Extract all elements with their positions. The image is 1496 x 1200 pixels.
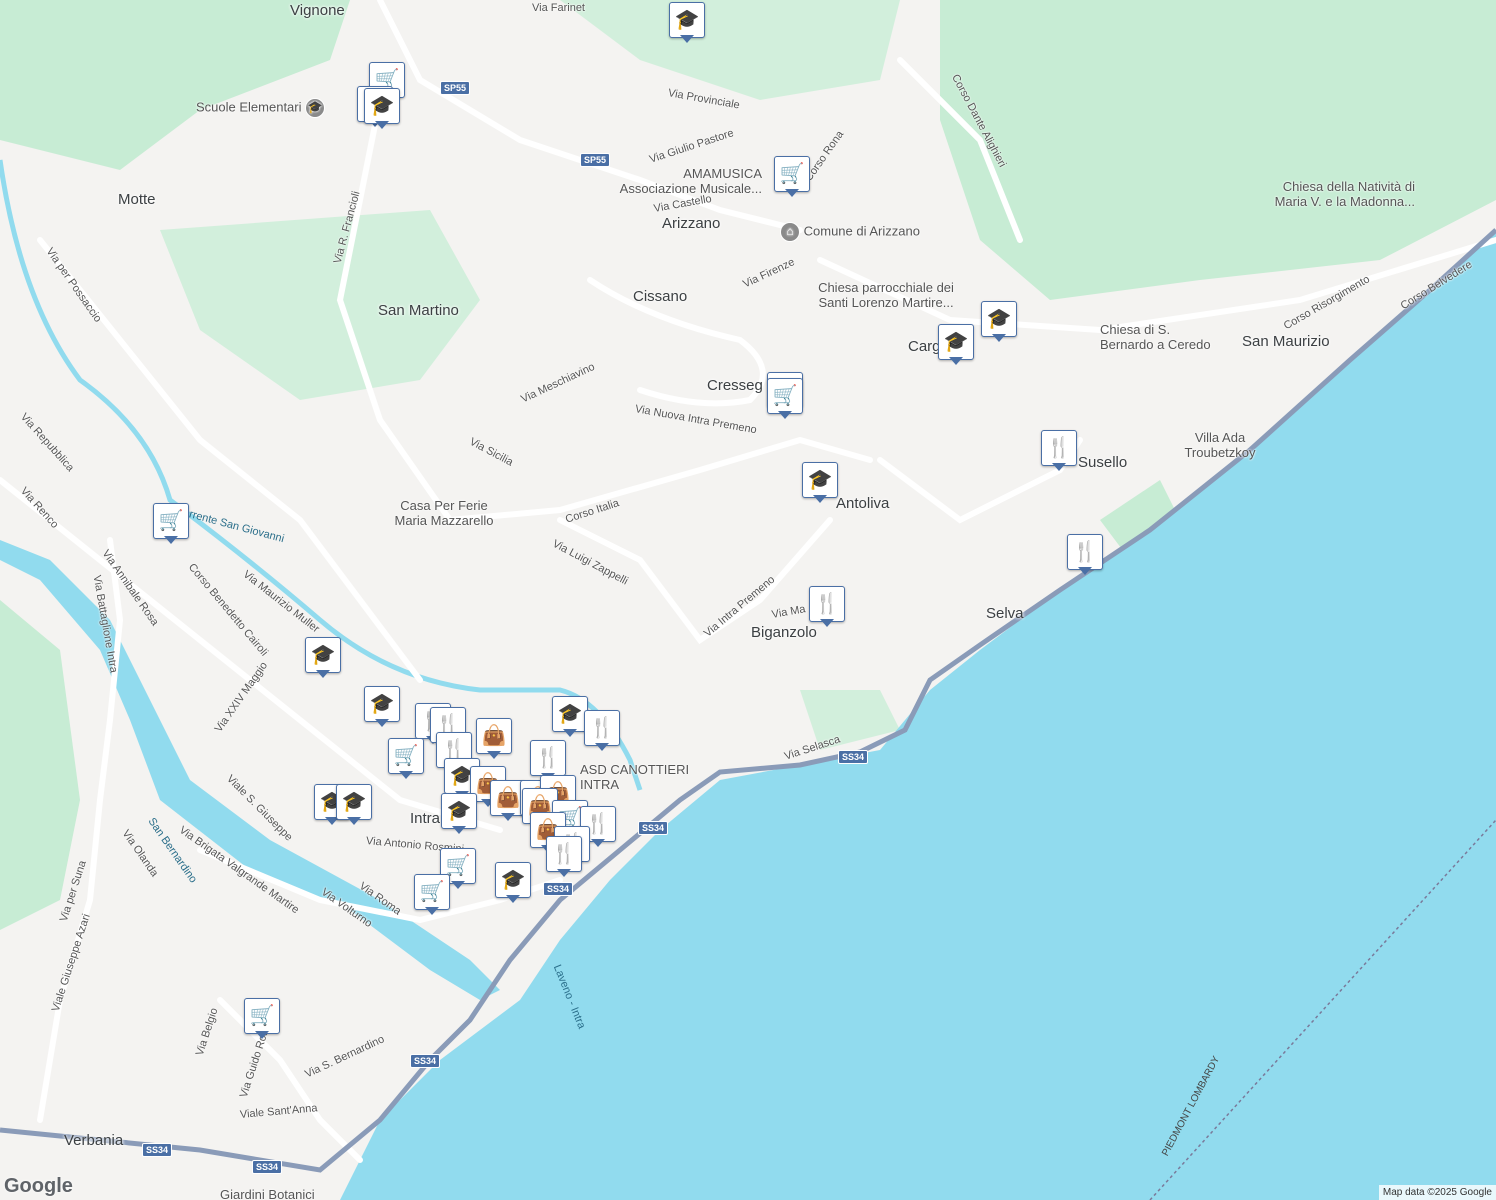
restaurant-marker[interactable]: 🍴 xyxy=(584,710,620,754)
school-marker[interactable]: 🎓 xyxy=(981,301,1017,345)
school-marker[interactable]: 🎓 xyxy=(364,88,400,132)
town-label: Verbania xyxy=(64,1132,124,1149)
town-label: Cresseg xyxy=(707,377,763,394)
map-canvas[interactable]: Vignone Motte San Martino Arizzano Cissa… xyxy=(0,0,1496,1200)
town-label: Biganzolo xyxy=(751,624,817,641)
poi-label-canottieri[interactable]: ASD CANOTTIERI INTRA xyxy=(580,762,690,793)
restaurant-marker[interactable]: 🍴 xyxy=(1041,430,1077,474)
graduation-cap-icon: 🎓 xyxy=(986,308,1012,330)
fork-knife-icon: 🍴 xyxy=(814,593,840,615)
road-shield: SP55 xyxy=(440,81,471,95)
restaurant-marker[interactable]: 🍴 xyxy=(1067,534,1103,578)
fork-knife-icon: 🍴 xyxy=(589,717,615,739)
school-marker[interactable]: 🎓 xyxy=(938,324,974,368)
road-shield: SP55 xyxy=(580,153,611,167)
shopping-cart-icon: 🛒 xyxy=(779,163,805,185)
town-label: Cissano xyxy=(633,288,688,305)
restaurant-marker[interactable]: 🍴 xyxy=(546,836,582,880)
poi-label-villa[interactable]: Villa Ada Troubetzkoy xyxy=(1180,430,1260,461)
poi-label-school[interactable]: Scuole Elementari 🎓 xyxy=(196,98,326,118)
school-marker[interactable]: 🎓 xyxy=(802,462,838,506)
graduation-cap-icon: 🎓 xyxy=(500,869,526,891)
shopping-cart-icon: 🛒 xyxy=(393,745,419,767)
school-marker[interactable]: 🎓 xyxy=(305,637,341,681)
road-shield: SS34 xyxy=(543,882,574,896)
town-label: Motte xyxy=(118,191,156,208)
shopping-cart-marker[interactable]: 🛒 xyxy=(774,156,810,200)
road-shield: SS34 xyxy=(638,821,669,835)
google-logo: Google xyxy=(4,1175,73,1197)
graduation-cap-icon: 🎓 xyxy=(369,95,395,117)
road-shield: SS34 xyxy=(410,1054,441,1068)
shopping-bag-icon: 👜 xyxy=(481,725,507,747)
fork-knife-icon: 🍴 xyxy=(551,843,577,865)
school-marker[interactable]: 🎓 xyxy=(364,686,400,730)
graduation-cap-icon: 🎓 xyxy=(807,469,833,491)
town-label: Carg xyxy=(908,338,941,355)
school-marker[interactable]: 🎓 xyxy=(441,793,477,837)
poi-label-church-lorenzo[interactable]: Chiesa parrocchiale dei Santi Lorenzo Ma… xyxy=(812,280,960,311)
fork-knife-icon: 🍴 xyxy=(441,739,467,761)
shopping-cart-icon: 🛒 xyxy=(445,855,471,877)
school-marker[interactable]: 🎓 xyxy=(552,696,588,740)
poi-label-church-nativita[interactable]: Chiesa della Natività di Maria V. e la M… xyxy=(1255,179,1415,210)
graduation-cap-icon: 🎓 xyxy=(943,331,969,353)
graduation-cap-icon: 🎓 xyxy=(310,644,336,666)
town-label: Intra xyxy=(410,810,441,827)
shopping-cart-icon: 🛒 xyxy=(249,1005,275,1027)
school-marker[interactable]: 🎓 xyxy=(336,784,372,828)
poi-label-giardini[interactable]: Giardini Botanici xyxy=(220,1187,315,1200)
road-shield: SS34 xyxy=(142,1143,173,1157)
restaurant-marker[interactable]: 🍴 xyxy=(809,586,845,630)
shopping-bag-marker[interactable]: 👜 xyxy=(476,718,512,762)
graduation-cap-icon: 🎓 xyxy=(369,693,395,715)
school-icon: 🎓 xyxy=(305,98,326,118)
shopping-cart-icon: 🛒 xyxy=(772,385,798,407)
map-attribution[interactable]: Map data ©2025 Google xyxy=(1378,1185,1496,1200)
poi-label-church-bernardo[interactable]: Chiesa di S. Bernardo a Ceredo xyxy=(1100,322,1220,353)
town-label: Susello xyxy=(1078,454,1128,471)
town-label: San Martino xyxy=(378,302,459,319)
town-label: Vignone xyxy=(290,2,345,19)
graduation-cap-icon: 🎓 xyxy=(557,703,583,725)
school-marker[interactable]: 🎓 xyxy=(669,2,705,46)
graduation-cap-icon: 🎓 xyxy=(446,800,472,822)
road-shield: SS34 xyxy=(838,750,869,764)
road-shield: SS34 xyxy=(252,1160,283,1174)
shopping-cart-marker[interactable]: 🛒 xyxy=(767,378,803,422)
fork-knife-icon: 🍴 xyxy=(1046,437,1072,459)
shopping-cart-icon: 🛒 xyxy=(158,510,184,532)
shopping-cart-marker[interactable]: 🛒 xyxy=(153,503,189,547)
graduation-cap-icon: 🎓 xyxy=(674,9,700,31)
town-label: Selva xyxy=(986,605,1024,622)
poi-label-amamusica[interactable]: AMAMUSICA Associazione Musicale... xyxy=(610,166,762,197)
fork-knife-icon: 🍴 xyxy=(1072,541,1098,563)
poi-label-comune[interactable]: ⌂ Comune di Arizzano xyxy=(780,222,920,242)
graduation-cap-icon: 🎓 xyxy=(341,791,367,813)
town-label: Antoliva xyxy=(836,495,890,512)
poi-label-casa-ferie[interactable]: Casa Per Ferie Maria Mazzarello xyxy=(388,498,500,529)
fork-knife-icon: 🍴 xyxy=(535,747,561,769)
shopping-cart-icon: 🛒 xyxy=(419,881,445,903)
street-label: Via Farinet xyxy=(532,2,585,14)
town-label: Arizzano xyxy=(662,215,721,232)
shopping-cart-marker[interactable]: 🛒 xyxy=(388,738,424,782)
shopping-bag-icon: 👜 xyxy=(495,787,521,809)
school-marker[interactable]: 🎓 xyxy=(495,862,531,906)
town-hall-icon: ⌂ xyxy=(780,222,800,242)
shopping-cart-marker[interactable]: 🛒 xyxy=(244,998,280,1042)
shopping-cart-marker[interactable]: 🛒 xyxy=(414,874,450,918)
town-label: San Maurizio xyxy=(1242,333,1330,350)
